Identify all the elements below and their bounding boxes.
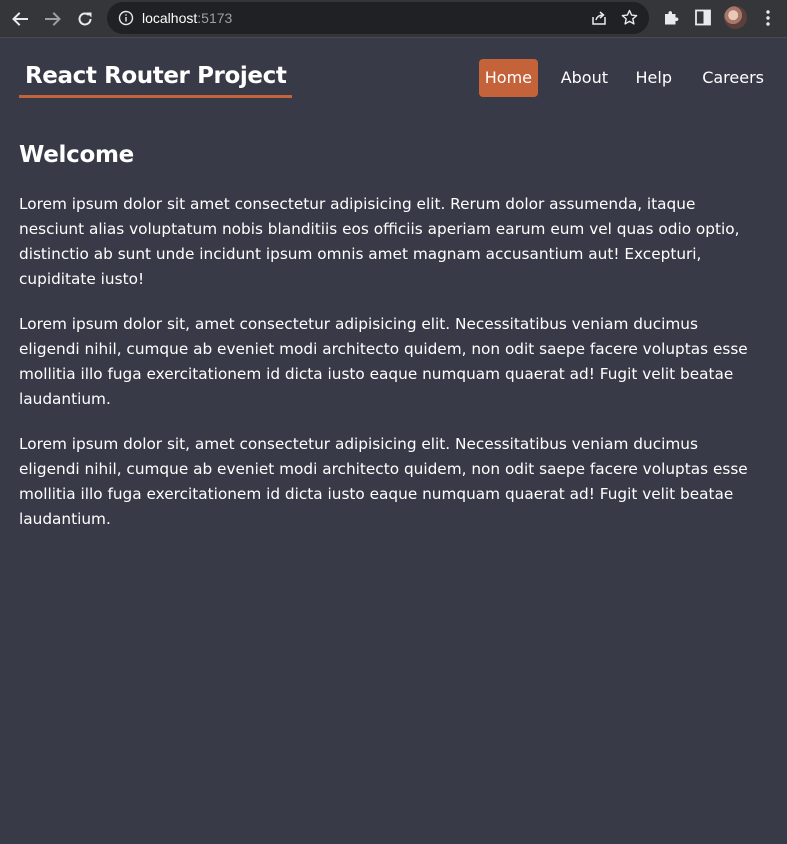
- share-icon[interactable]: [590, 10, 608, 26]
- app-root: React Router Project Home About Help Car…: [0, 38, 787, 844]
- nav-link-careers[interactable]: Careers: [702, 59, 764, 97]
- browser-toolbar: localhost:5173: [0, 0, 787, 38]
- page-title: Welcome: [19, 142, 134, 168]
- puzzle-icon[interactable]: [662, 9, 680, 27]
- reload-button[interactable]: [72, 6, 98, 32]
- paragraph: Lorem ipsum dolor sit amet consectetur a…: [19, 195, 740, 288]
- kebab-menu-icon[interactable]: [760, 9, 776, 27]
- forward-button[interactable]: [40, 6, 66, 32]
- nav-link-help[interactable]: Help: [636, 59, 672, 97]
- paragraph: Lorem ipsum dolor sit, amet consectetur …: [19, 435, 748, 528]
- side-panel-icon[interactable]: [695, 9, 711, 26]
- reload-icon: [78, 12, 92, 26]
- back-button[interactable]: [7, 6, 33, 32]
- arrow-left-icon: [12, 12, 28, 26]
- arrow-right-icon: [45, 12, 61, 26]
- brand-title: React Router Project: [19, 61, 293, 98]
- info-icon[interactable]: [118, 10, 134, 26]
- url-port: :5173: [197, 10, 233, 26]
- paragraph: Lorem ipsum dolor sit, amet consectetur …: [19, 315, 748, 408]
- address-url[interactable]: localhost:5173: [142, 9, 232, 27]
- url-host: localhost: [142, 10, 198, 26]
- site-header: React Router Project Home About Help Car…: [0, 38, 787, 108]
- nav-link-about[interactable]: About: [561, 59, 608, 97]
- nav-link-home[interactable]: Home: [478, 59, 538, 97]
- profile-avatar[interactable]: [724, 6, 747, 29]
- address-bar[interactable]: localhost:5173: [107, 2, 649, 34]
- main-content: Welcome Lorem ipsum dolor sit amet conse…: [19, 138, 759, 552]
- star-icon[interactable]: [621, 9, 638, 26]
